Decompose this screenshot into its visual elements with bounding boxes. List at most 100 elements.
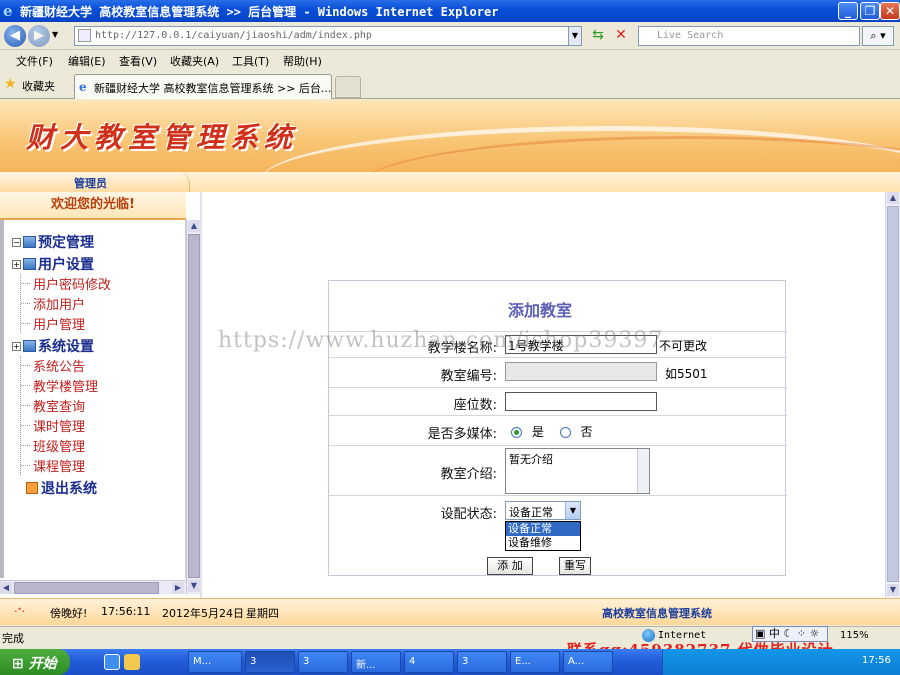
window-titlebar[interactable]: e 新疆财经大学 高校教室信息管理系统 >> 后台管理 - Windows In… [0,0,900,22]
reset-button[interactable]: 重写 [559,557,591,575]
main-vertical-scrollbar[interactable]: ▲ ▼ [885,192,900,598]
room-number-note: 如5501 [665,367,708,381]
page-footer: ·ᐩ· 傍晚好! 17:56:11 2012年5月24日 星期四 高校教室信息管… [0,598,900,625]
row-room-number: 教室编号: 如5501 [329,357,787,387]
submit-button[interactable]: 添 加 [487,557,533,575]
multimedia-yes-radio[interactable] [511,427,522,438]
multimedia-no-radio[interactable] [559,427,571,438]
taskbar-item-6[interactable]: 3 [457,651,507,673]
footer-time: 17:56:11 [101,605,151,618]
site-logo-title: 财大教室管理系统 [26,121,299,154]
row-seats: 座位数: [329,387,787,415]
menu-file[interactable]: 文件(F) [16,53,53,69]
scroll-down-icon[interactable]: ▼ [887,584,899,596]
footer-greeting: 傍晚好! [50,607,88,620]
scroll-thumb[interactable] [887,206,899,582]
sidebar-item-class-management[interactable]: 班级管理 [20,436,85,455]
sidebar-item-exit[interactable]: 退出系统 [26,478,97,498]
intro-textarea[interactable]: 暂无介绍 [505,448,650,494]
sidebar-horizontal-scrollbar[interactable]: ◀ ▶ [0,580,186,594]
taskbar-item-8[interactable]: A... [563,651,613,673]
scroll-up-icon[interactable]: ▲ [887,192,899,204]
equipment-status-dropdown[interactable]: 设备正常 设备维修 [505,521,581,551]
expand-icon[interactable]: + [12,259,21,269]
taskbar-item-1[interactable]: M... [188,651,242,673]
start-button[interactable]: ⊞ 开始 [0,649,70,675]
sidebar-item-period-management[interactable]: 课时管理 [20,416,85,435]
scroll-down-icon[interactable]: ▼ [188,580,200,592]
menu-tools[interactable]: 工具(T) [232,53,269,69]
sidebar-item-course-management[interactable]: 课程管理 [20,456,85,475]
taskbar-clock[interactable]: 17:56 [862,655,891,666]
menu-favorites[interactable]: 收藏夹(A) [170,53,219,69]
ie-quicklaunch-icon[interactable] [104,654,120,670]
favorites-label[interactable]: 收藏夹 [22,78,55,94]
tree-group-users[interactable]: + 用户设置 [12,254,94,274]
scroll-thumb[interactable] [14,582,159,594]
new-tab-button[interactable] [335,76,361,98]
textarea-scrollbar[interactable] [637,449,649,493]
tab-active-label: 新疆财经大学 高校教室信息管理系统 >> 后台... [94,82,332,95]
sidebar-item-classroom-query[interactable]: 教室查询 [20,396,85,415]
chevron-down-icon[interactable]: ▼ [565,502,580,519]
stop-icon[interactable]: ✕ [611,26,631,46]
minimize-button[interactable]: _ [838,2,858,20]
scroll-up-icon[interactable]: ▲ [188,220,200,232]
forward-button[interactable]: ▶ [28,25,50,47]
back-button[interactable]: ◀ [4,25,26,47]
footer-date: 2012年5月24日 [162,607,244,620]
equipment-status-label: 设配状态: [440,507,497,522]
scroll-left-icon[interactable]: ◀ [0,582,12,594]
address-dropdown-button[interactable]: ▼ [568,26,582,46]
sidebar-item-change-password[interactable]: 用户密码修改 [20,274,111,293]
add-classroom-form: 添加教室 教学楼名称: 1号教学楼 不可更改 教室编号: 如5501 座位数: … [328,280,787,576]
seats-input[interactable] [505,392,657,411]
favorites-star-icon[interactable]: ★ [4,76,17,92]
taskbar: ⊞ 开始 M... 3 3 新... 4 3 E... A... 17:56 [0,649,900,675]
site-banner: 财大教室管理系统 [0,100,900,172]
web-page: 财大教室管理系统 管理员 欢迎您的光临! − 预定管理 + 用户设置 用户密码修改 … [0,100,900,625]
exit-icon [26,482,38,494]
address-input[interactable]: http://127.0.0.1/caiyuan/jiaoshi/adm/ind… [74,26,574,46]
sidebar-vertical-scrollbar[interactable]: ▲ ▼ [186,220,200,594]
tree-group-booking[interactable]: − 预定管理 [12,232,94,252]
refresh-icon[interactable]: ⇆ [588,26,608,46]
row-equipment-status: 设配状态: 设备正常 ▼ 设备正常 设备维修 [329,495,787,551]
role-label: 管理员 [74,177,107,190]
scroll-right-icon[interactable]: ▶ [172,582,184,594]
taskbar-item-4[interactable]: 新... [351,651,401,673]
scroll-thumb[interactable] [188,234,200,578]
menu-view[interactable]: 查看(V) [119,53,157,69]
status-option-repair[interactable]: 设备维修 [506,536,580,550]
close-button[interactable]: ✕ [880,2,900,20]
taskbar-item-3[interactable]: 3 [298,651,348,673]
sidebar-item-announcement[interactable]: 系统公告 [20,356,85,375]
search-input[interactable]: Live Search [638,26,860,46]
search-icon[interactable]: ⌕ ▾ [862,26,894,46]
tab-row: ★ 收藏夹 e 新疆财经大学 高校教室信息管理系统 >> 后台... [0,71,900,99]
collapse-icon[interactable]: − [12,237,21,247]
windows-logo-icon: ⊞ [12,656,29,672]
tab-active[interactable]: e 新疆财经大学 高校教室信息管理系统 >> 后台... [74,74,332,99]
maximize-button[interactable]: ❐ [860,2,880,20]
folder-quicklaunch-icon[interactable] [124,654,140,670]
sidebar-item-user-management[interactable]: 用户管理 [20,314,85,333]
status-text: 完成 [2,632,24,645]
status-option-normal[interactable]: 设备正常 [506,522,580,536]
zoom-level[interactable]: 115% [840,630,869,641]
taskbar-item-7[interactable]: E... [510,651,560,673]
menu-edit[interactable]: 编辑(E) [68,53,106,69]
menu-help[interactable]: 帮助(H) [283,53,322,69]
watermark-text: https://www.huzhan.com/ishop39397 [218,328,664,353]
expand-icon[interactable]: + [12,341,21,351]
main-content: 添加教室 教学楼名称: 1号教学楼 不可更改 教室编号: 如5501 座位数: … [200,192,885,598]
sidebar-item-building-management[interactable]: 教学楼管理 [20,376,98,395]
tree-group-system[interactable]: + 系统设置 [12,336,94,356]
room-number-input[interactable] [505,362,657,381]
taskbar-item-2[interactable]: 3 [245,651,295,673]
equipment-status-select[interactable]: 设备正常 ▼ [505,501,581,520]
history-dropdown-icon[interactable]: ▼ [52,30,58,39]
taskbar-item-5[interactable]: 4 [404,651,454,673]
intro-label: 教室介绍: [440,467,497,482]
sidebar-item-add-user[interactable]: 添加用户 [20,294,85,313]
